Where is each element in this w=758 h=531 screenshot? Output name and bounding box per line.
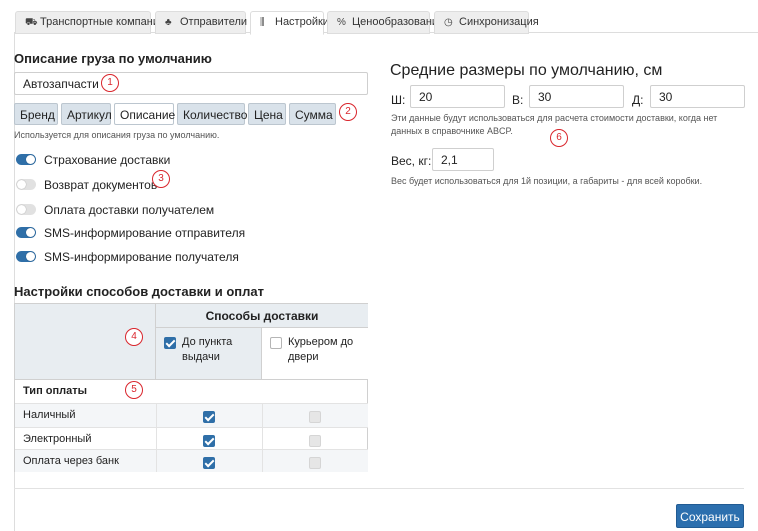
chip-quantity[interactable]: Количество: [177, 103, 247, 125]
weight-label: Вес, кг:: [391, 154, 432, 168]
table-row: Оплата через банк: [15, 449, 368, 472]
electronic-pickup-checkbox[interactable]: [203, 435, 215, 447]
tab-label: Синхронизация: [459, 16, 539, 28]
method-pickup-checkbox[interactable]: [164, 337, 176, 349]
percent-icon: %: [337, 17, 346, 28]
tab-bar: ⛟ Транспортные компании ♣ Отправители ⫼ Нас…: [14, 0, 758, 35]
delivery-section-title: Настройки способов доставки и оплат: [14, 284, 264, 299]
electronic-courier-checkbox: [309, 435, 321, 447]
tab-label: Отправители: [180, 16, 248, 28]
marker-6: 6: [550, 129, 568, 147]
tab-sync[interactable]: ◷ Синхронизация: [434, 11, 539, 34]
tab-settings[interactable]: ⫼ Настройки: [250, 11, 329, 35]
tab-transport-companies[interactable]: ⛟ Транспортные компании: [15, 11, 165, 34]
cash-pickup-checkbox[interactable]: [203, 411, 215, 423]
toggle-label: SMS-информирование получателя: [44, 250, 239, 264]
chip-brand[interactable]: Бренд: [14, 103, 58, 125]
truck-icon: ⛟: [25, 17, 38, 28]
cargo-hint: Используется для описания груза по умолч…: [14, 130, 220, 140]
tab-senders[interactable]: ♣ Отправители: [155, 11, 248, 34]
clock-icon: ◷: [444, 17, 453, 28]
tab-label: Ценообразование: [352, 16, 445, 28]
dimensions-title: Средние размеры по умолчанию, см: [390, 62, 663, 79]
height-label: В:: [512, 93, 524, 107]
marker-2: 2: [339, 103, 357, 121]
weight-input[interactable]: [432, 148, 494, 171]
cargo-description-input[interactable]: [14, 72, 368, 95]
table-row: Наличный: [15, 403, 368, 427]
payment-electronic-label: Электронный: [23, 433, 92, 445]
toggle-label: Возврат документов: [44, 178, 158, 192]
table-row: Электронный: [15, 427, 368, 451]
marker-3: 3: [152, 170, 170, 188]
methods-header: Способы доставки: [156, 304, 368, 328]
height-input[interactable]: [529, 85, 624, 108]
footer-divider: [14, 488, 744, 489]
marker-4: 4: [125, 328, 143, 346]
depth-input[interactable]: [650, 85, 745, 108]
user-icon: ♣: [165, 17, 172, 28]
width-label: Ш:: [391, 93, 406, 107]
toggle-switch[interactable]: [16, 204, 36, 215]
width-input[interactable]: [410, 85, 505, 108]
chip-sum[interactable]: Сумма: [289, 103, 336, 125]
bank-courier-checkbox: [309, 457, 321, 469]
chip-price[interactable]: Цена: [248, 103, 286, 125]
method-pickup-label: До пункта выдачи: [182, 336, 233, 363]
save-button[interactable]: Сохранить: [676, 504, 744, 528]
payment-type-header: Тип оплаты: [23, 385, 88, 397]
delivery-payment-table: Способы доставки До пункта выдачи Курьер…: [14, 303, 368, 472]
toggle-switch[interactable]: [16, 179, 36, 190]
cash-courier-checkbox: [309, 411, 321, 423]
bank-pickup-checkbox[interactable]: [203, 457, 215, 469]
tab-label: Транспортные компании: [40, 16, 166, 28]
toggle-switch[interactable]: [16, 227, 36, 238]
chip-article[interactable]: Артикул: [61, 103, 112, 125]
method-courier-header: Курьером до двери: [262, 328, 368, 379]
sliders-icon: ⫼: [260, 17, 265, 28]
marker-1: 1: [101, 74, 119, 92]
cargo-section-title: Описание груза по умолчанию: [14, 51, 212, 66]
marker-5: 5: [125, 381, 143, 399]
toggle-label: Страхование доставки: [44, 153, 171, 167]
toggle-label: Оплата доставки получателем: [44, 203, 215, 217]
toggle-label: SMS-информирование отправителя: [44, 226, 246, 240]
method-courier-label: Курьером до двери: [288, 336, 354, 363]
tab-label: Настройки: [275, 16, 329, 28]
method-pickup-header: До пункта выдачи: [156, 328, 262, 379]
depth-label: Д:: [632, 93, 644, 107]
payment-bank-label: Оплата через банк: [23, 455, 119, 467]
method-courier-checkbox[interactable]: [270, 337, 282, 349]
toggle-switch[interactable]: [16, 251, 36, 262]
weight-hint: Вес будет использоваться для 1й позиции,…: [391, 176, 703, 186]
payment-type-header-row: Тип оплаты: [15, 379, 368, 403]
tab-pricing[interactable]: % Ценообразование: [327, 11, 444, 34]
chip-description[interactable]: Описание: [114, 103, 175, 125]
payment-cash-label: Наличный: [23, 409, 76, 421]
toggle-switch[interactable]: [16, 154, 36, 165]
